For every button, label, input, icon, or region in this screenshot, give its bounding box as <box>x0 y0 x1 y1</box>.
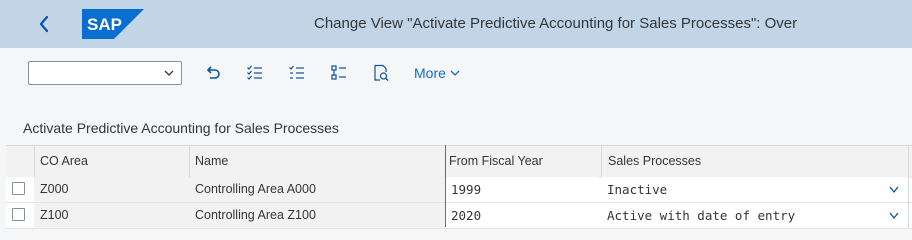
column-divider <box>601 146 602 177</box>
column-header-co-area[interactable]: CO Area <box>34 146 189 177</box>
table-header: CO Area Name From Fiscal Year Sales Proc… <box>6 146 912 178</box>
toolbar: More <box>0 48 912 98</box>
sales-processes-value: Inactive <box>607 182 668 197</box>
row-checkbox[interactable] <box>12 182 25 195</box>
page-title: Change View "Activate Predictive Account… <box>314 15 798 32</box>
table-row[interactable]: Z000 Controlling Area A000 1999 Inactive <box>6 177 912 203</box>
print-preview-button[interactable] <box>370 62 392 84</box>
select-all-button[interactable] <box>244 62 266 84</box>
row-checkbox[interactable] <box>12 208 25 221</box>
column-header-sales-processes[interactable]: Sales Processes <box>602 146 908 177</box>
chevron-down-icon <box>450 70 460 76</box>
undo-icon <box>206 66 220 79</box>
details-button[interactable] <box>328 62 350 84</box>
row-selector[interactable] <box>6 177 34 202</box>
shell-bar: SAP Change View "Activate Predictive Acc… <box>0 0 912 48</box>
deselect-all-icon <box>289 65 304 79</box>
chevron-down-icon <box>889 186 899 194</box>
data-table: CO Area Name From Fiscal Year Sales Proc… <box>6 145 912 229</box>
chevron-down-icon <box>889 212 899 220</box>
from-fiscal-year-input[interactable]: 1999 <box>446 177 599 202</box>
sales-processes-value: Active with date of entry <box>607 208 796 223</box>
fixed-column-divider[interactable] <box>445 145 446 227</box>
deselect-all-button[interactable] <box>286 62 308 84</box>
sales-processes-select[interactable]: Inactive <box>602 177 908 202</box>
cell-name: Controlling Area A000 <box>189 177 445 202</box>
cell-co-area: Z000 <box>34 177 189 202</box>
table-title: Activate Predictive Accounting for Sales… <box>23 120 339 136</box>
column-header-name[interactable]: Name <box>189 146 445 177</box>
column-header-from-fiscal-year[interactable]: From Fiscal Year <box>443 146 599 177</box>
column-divider <box>189 146 190 177</box>
undo-button[interactable] <box>202 62 224 84</box>
from-fiscal-year-input[interactable]: 2020 <box>446 203 599 228</box>
cell-name: Controlling Area Z100 <box>189 203 445 228</box>
cell-co-area: Z100 <box>34 203 189 228</box>
select-all-cell[interactable] <box>6 146 34 177</box>
print-preview-icon <box>374 64 389 81</box>
more-button-label: More <box>414 65 446 81</box>
more-button[interactable]: More <box>414 62 461 84</box>
select-all-icon <box>247 65 262 80</box>
sales-processes-select[interactable]: Active with date of entry <box>602 203 908 228</box>
table-row[interactable]: Z100 Controlling Area Z100 2020 Active w… <box>6 203 912 229</box>
list-details-icon <box>331 65 346 80</box>
row-selector[interactable] <box>6 203 34 228</box>
variant-select[interactable] <box>28 61 182 85</box>
chevron-down-icon <box>164 70 174 76</box>
